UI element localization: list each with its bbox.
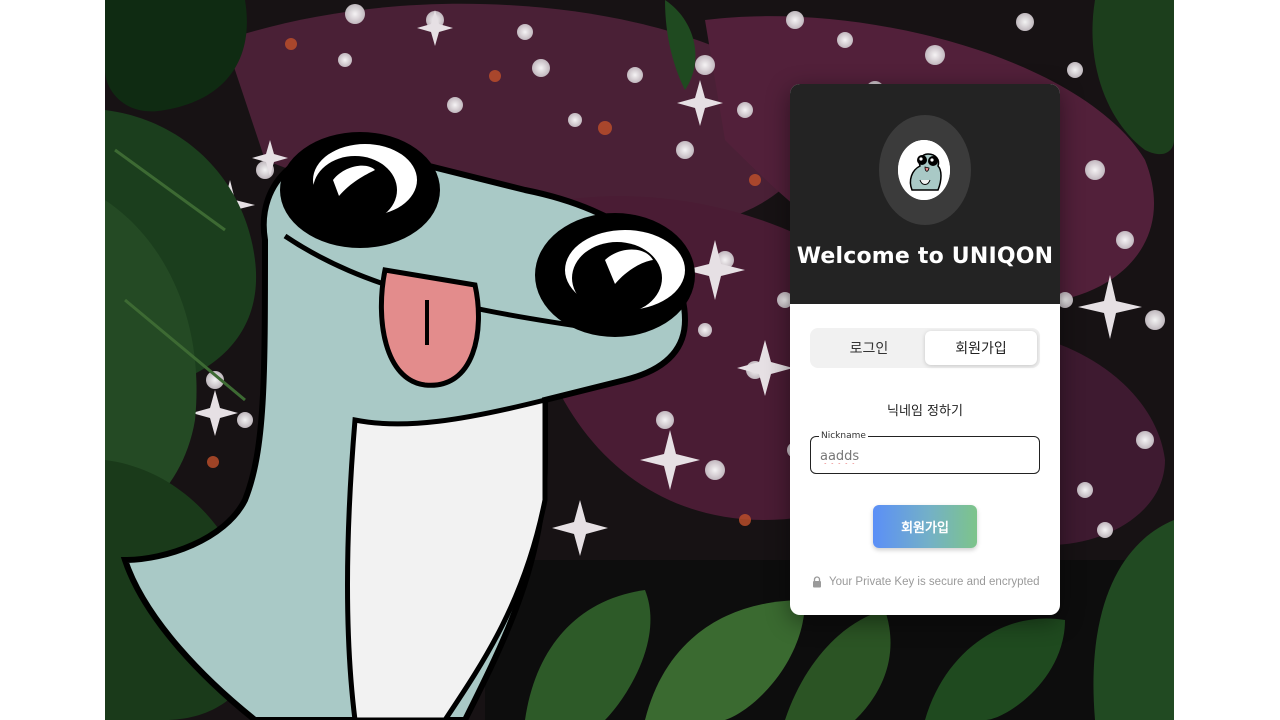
- security-note-text: Your Private Key is secure and encrypted: [829, 576, 1040, 588]
- tab-login[interactable]: 로그인: [813, 331, 925, 365]
- lizard-avatar-icon: [898, 140, 950, 200]
- lock-icon: [812, 576, 822, 588]
- auth-tabs: 로그인 회원가입: [810, 328, 1040, 368]
- nickname-field: Nickname: [810, 430, 1040, 474]
- signup-button[interactable]: 회원가입: [873, 505, 977, 548]
- auth-card: Welcome to UNIQON 로그인 회원가입 닉네임 정하기 Nickn…: [790, 84, 1060, 615]
- nickname-label: Nickname: [819, 430, 868, 442]
- nickname-input[interactable]: [820, 446, 1025, 466]
- security-note: Your Private Key is secure and encrypted: [812, 574, 1052, 590]
- welcome-title: Welcome to UNIQON: [796, 244, 1054, 269]
- card-header: Welcome to UNIQON: [790, 84, 1060, 304]
- tab-signup[interactable]: 회원가입: [925, 331, 1037, 365]
- nickname-section-title: 닉네임 정하기: [887, 404, 963, 419]
